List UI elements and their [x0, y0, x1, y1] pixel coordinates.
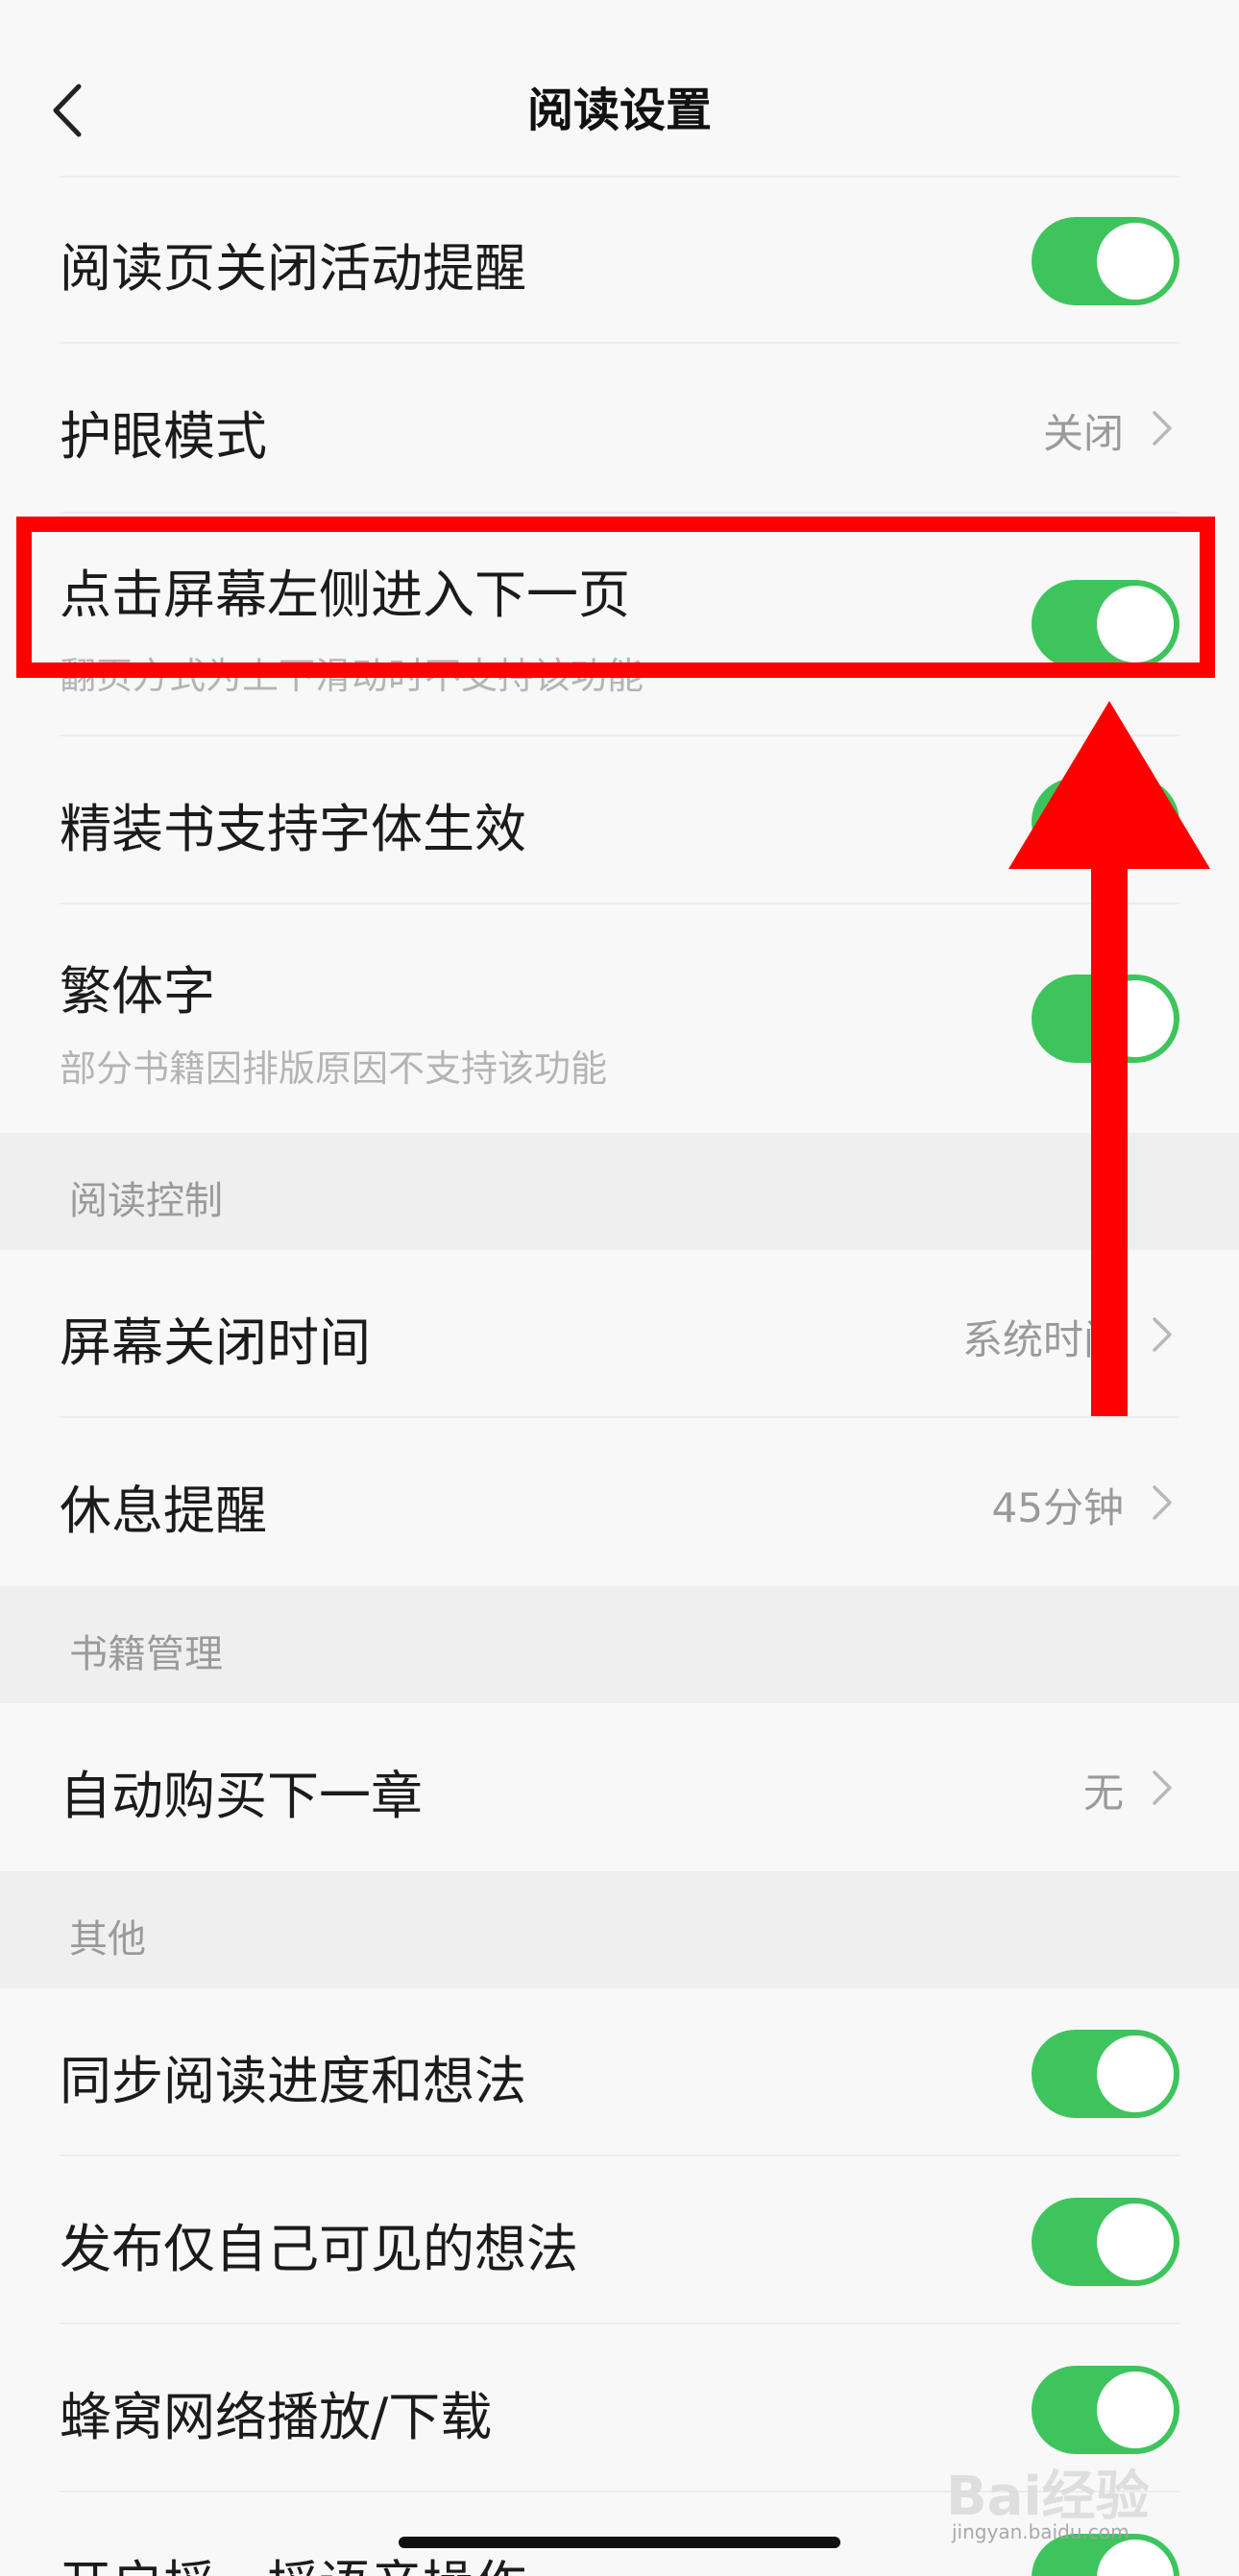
- chevron-right-icon: [1153, 1770, 1172, 1805]
- toggle-knob: [1097, 2371, 1174, 2448]
- page-title: 阅读设置: [526, 84, 712, 137]
- setting-value: 无: [1082, 1769, 1124, 1817]
- setting-private-thoughts: 发布仅自己可见的想法: [0, 2156, 1239, 2324]
- toggle-switch[interactable]: [1032, 2198, 1179, 2286]
- setting-label: 自动购买下一章: [60, 1766, 423, 1826]
- nav-bar: 阅读设置: [0, 0, 1239, 176]
- toggle-switch[interactable]: [1032, 217, 1179, 305]
- setting-label: 阅读页关闭活动提醒: [60, 238, 526, 299]
- toggle-knob: [1097, 2035, 1174, 2112]
- section-title: 阅读控制: [69, 1179, 223, 1223]
- divider: [60, 512, 1179, 514]
- highlight-box: [16, 517, 1215, 678]
- chevron-right-icon: [1153, 411, 1172, 445]
- section-header-other: 其他: [0, 1871, 1239, 1988]
- setting-rest-reminder[interactable]: 休息提醒 45分钟: [0, 1418, 1239, 1586]
- section-header-book-management: 书籍管理: [0, 1586, 1239, 1703]
- toggle-switch[interactable]: [1032, 2366, 1179, 2454]
- setting-value: 45分钟: [991, 1484, 1124, 1531]
- setting-label: 繁体字: [60, 961, 215, 1022]
- toggle-switch[interactable]: [1032, 2030, 1179, 2118]
- setting-label: 屏幕关闭时间: [60, 1312, 371, 1373]
- setting-label: 蜂窝网络播放/下载: [60, 2387, 493, 2447]
- setting-label: 精装书支持字体生效: [60, 799, 526, 859]
- toggle-knob: [1097, 223, 1174, 300]
- toggle-knob: [1097, 2203, 1174, 2280]
- baidu-jingyan-watermark: Bai经验 jingyan.baidu.com: [946, 2453, 1177, 2559]
- section-title: 书籍管理: [69, 1632, 223, 1676]
- divider: [60, 176, 1179, 178]
- setting-sync-progress: 同步阅读进度和想法: [0, 1988, 1239, 2156]
- watermark-url: jingyan.baidu.com: [952, 2520, 1130, 2543]
- section-title: 其他: [69, 1917, 146, 1962]
- chevron-right-icon: [1153, 1485, 1172, 1520]
- up-arrow-icon: [1008, 701, 1210, 1416]
- setting-auto-buy-next-chapter[interactable]: 自动购买下一章 无: [0, 1703, 1239, 1871]
- setting-label: 发布仅自己可见的想法: [60, 2219, 578, 2279]
- setting-value: 关闭: [1042, 410, 1124, 457]
- watermark-logo: Bai经验: [946, 2466, 1150, 2528]
- setting-label: 同步阅读进度和想法: [60, 2051, 526, 2111]
- setting-description: 部分书籍因排版原因不支持该功能: [60, 1047, 608, 1090]
- setting-label: 护眼模式: [60, 406, 267, 467]
- home-indicator[interactable]: [399, 2537, 840, 2548]
- setting-close-activity-reminder: 阅读页关闭活动提醒: [0, 176, 1239, 344]
- setting-eye-mode[interactable]: 护眼模式 关闭: [0, 344, 1239, 512]
- setting-label: 休息提醒: [60, 1481, 267, 1541]
